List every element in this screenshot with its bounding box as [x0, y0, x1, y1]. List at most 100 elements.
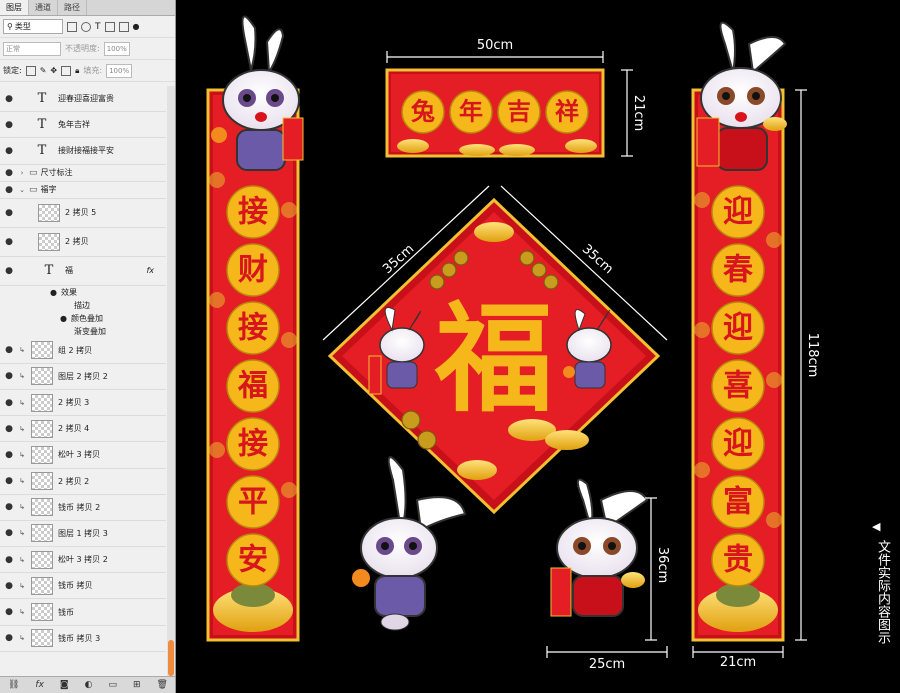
layer-row[interactable]: ● ↳ 钱币 拷贝 3: [0, 625, 166, 652]
dim-sticker-width: 25cm: [589, 657, 625, 672]
layer-row[interactable]: ● T 接财接福接平安: [0, 138, 166, 165]
layer-thumbnail: [31, 524, 53, 543]
fill-input[interactable]: 100%: [106, 63, 133, 78]
document-canvas[interactable]: 接财接福接平安 迎春迎喜迎富贵 兔 年 吉 祥 福 50cm 21cm 35cm…: [177, 0, 900, 693]
visibility-eye-icon[interactable]: ●: [0, 168, 18, 178]
couplet-character-text: 迎: [723, 426, 753, 461]
layer-name: 钱币 拷贝 2: [58, 502, 101, 512]
layer-group-row[interactable]: ● › ▭ 尺寸标注: [0, 164, 166, 182]
banner-character-text: 兔: [411, 97, 435, 126]
visibility-eye-icon[interactable]: ●: [0, 528, 18, 538]
filter-toggle-icon[interactable]: ●: [133, 22, 140, 31]
visibility-eye-icon[interactable]: ●: [0, 185, 18, 195]
image-filter-icon[interactable]: [67, 21, 77, 32]
layer-thumbnail: [38, 232, 60, 251]
visibility-eye-icon[interactable]: ●: [0, 371, 18, 381]
visibility-eye-icon[interactable]: ●: [0, 450, 18, 460]
new-layer-icon[interactable]: ⊞: [133, 680, 141, 690]
tab-channels[interactable]: 通道: [29, 0, 58, 15]
artwork-svg: 接财接福接平安 迎春迎喜迎富贵 兔 年 吉 祥 福 50cm 21cm 35cm…: [206, 15, 820, 672]
rabbit-sticker-left: [352, 456, 467, 631]
layer-row[interactable]: ● ↳ 钱币 拷贝 2: [0, 494, 166, 521]
tab-paths[interactable]: 路径: [58, 0, 87, 15]
scrollbar-thumb[interactable]: [168, 640, 174, 676]
layer-row[interactable]: ● ↳ 松叶 3 拷贝 2: [0, 547, 166, 574]
layer-thumbnail: [31, 341, 53, 360]
visibility-eye-icon[interactable]: ●: [0, 208, 18, 218]
visibility-eye-icon[interactable]: ●: [50, 288, 57, 297]
layer-row[interactable]: ● T 福 fx: [0, 256, 166, 286]
layer-row[interactable]: ● ↳ 松叶 3 拷贝: [0, 442, 166, 469]
couplet-character: 财: [226, 243, 280, 297]
lock-all-icon[interactable]: 🔒︎: [75, 66, 79, 76]
visibility-eye-icon[interactable]: ●: [0, 345, 18, 355]
visibility-eye-icon[interactable]: ●: [0, 398, 18, 408]
visibility-eye-icon[interactable]: ●: [60, 314, 67, 323]
smart-filter-icon[interactable]: [118, 21, 129, 32]
lock-move-icon[interactable]: ✥: [50, 66, 57, 75]
panel-tabs: 图层 通道 路径: [0, 0, 175, 16]
layer-row[interactable]: ● ↳ 组 2 拷贝: [0, 337, 166, 364]
tab-layers[interactable]: 图层: [0, 0, 29, 15]
blend-mode-select[interactable]: 正常: [3, 41, 61, 56]
side-note: 文件实际内容图示: [875, 540, 890, 644]
layer-group-row[interactable]: ● ⌄ ▭ 福字: [0, 181, 166, 199]
shape-filter-icon[interactable]: [104, 21, 115, 32]
layer-row[interactable]: ● 2 拷贝: [0, 227, 166, 257]
effect-color-overlay-row[interactable]: ● 颜色叠加: [0, 312, 166, 325]
add-mask-icon[interactable]: ◙: [60, 680, 69, 690]
couplet-character: 春: [711, 243, 765, 297]
layer-thumbnail: [31, 498, 53, 517]
effects-row[interactable]: ● 效果: [0, 286, 166, 299]
layer-row[interactable]: ● ↳ 图层 1 拷贝 3: [0, 520, 166, 548]
couplet-character: 接: [226, 301, 280, 355]
chevron-right-icon[interactable]: ›: [18, 169, 26, 177]
banner-character: 祥: [545, 90, 589, 134]
layer-row[interactable]: ● ↳ 2 拷贝 4: [0, 416, 166, 443]
add-style-icon[interactable]: fx: [35, 680, 44, 690]
layer-row[interactable]: ● ↳ 图层 2 拷贝 2: [0, 363, 166, 390]
layer-row[interactable]: ● T 兔年吉祥: [0, 112, 166, 139]
layer-name: 2 拷贝 4: [58, 424, 90, 434]
text-filter-icon[interactable]: T: [95, 22, 101, 32]
visibility-eye-icon[interactable]: ●: [0, 502, 18, 512]
new-group-icon[interactable]: ▭: [108, 680, 117, 690]
effect-gradient-overlay-row[interactable]: 渐变叠加: [0, 325, 166, 338]
layer-row[interactable]: ● ↳ 2 拷贝 2: [0, 468, 166, 495]
visibility-eye-icon[interactable]: ●: [0, 555, 18, 565]
fx-badge[interactable]: fx: [146, 266, 154, 275]
lock-transparency-icon[interactable]: [25, 65, 36, 76]
visibility-eye-icon[interactable]: ●: [0, 146, 18, 156]
adjust-filter-icon[interactable]: [81, 21, 91, 32]
visibility-eye-icon[interactable]: ●: [0, 633, 18, 643]
clip-arrow-icon: ↳: [19, 634, 25, 643]
visibility-eye-icon[interactable]: ●: [0, 120, 18, 130]
layer-row[interactable]: ● ↳ 2 拷贝 3: [0, 389, 166, 417]
link-layers-icon[interactable]: ⛓: [8, 680, 19, 690]
folder-icon: ▭: [29, 184, 38, 195]
layer-row[interactable]: ● ↳ 钱币 拷贝: [0, 573, 166, 600]
visibility-eye-icon[interactable]: ●: [0, 266, 18, 276]
layer-row[interactable]: ● ↳ 钱币: [0, 599, 166, 626]
lock-artboard-icon[interactable]: [61, 65, 72, 76]
layer-row[interactable]: ● 2 拷贝 5: [0, 198, 166, 228]
visibility-eye-icon[interactable]: ●: [0, 94, 18, 104]
visibility-eye-icon[interactable]: ●: [0, 476, 18, 486]
opacity-input[interactable]: 100%: [103, 41, 130, 56]
visibility-eye-icon[interactable]: ●: [0, 607, 18, 617]
layers-panel: 图层 通道 路径 ⚲ 类型 T ● 正常 不透明度: 100% 锁定: ✎ ✥ …: [0, 0, 176, 693]
delete-layer-icon[interactable]: 🗑︎: [156, 680, 167, 690]
visibility-eye-icon[interactable]: ●: [0, 237, 18, 247]
lock-paint-icon[interactable]: ✎: [40, 66, 47, 75]
adjustment-layer-icon[interactable]: ◐: [85, 680, 93, 690]
text-layer-icon: T: [44, 263, 54, 279]
layer-filter-select[interactable]: ⚲ 类型: [3, 19, 63, 34]
chevron-down-icon[interactable]: ⌄: [18, 186, 26, 194]
couplet-character-text: 财: [238, 252, 268, 287]
visibility-eye-icon[interactable]: ●: [0, 581, 18, 591]
layer-list-scrollbar[interactable]: [167, 86, 175, 676]
layer-name: 松叶 3 拷贝 2: [58, 555, 108, 565]
visibility-eye-icon[interactable]: ●: [0, 424, 18, 434]
layer-row[interactable]: ● T 迎春迎喜迎富贵: [0, 86, 166, 113]
effect-stroke-row[interactable]: 描边: [0, 299, 166, 312]
